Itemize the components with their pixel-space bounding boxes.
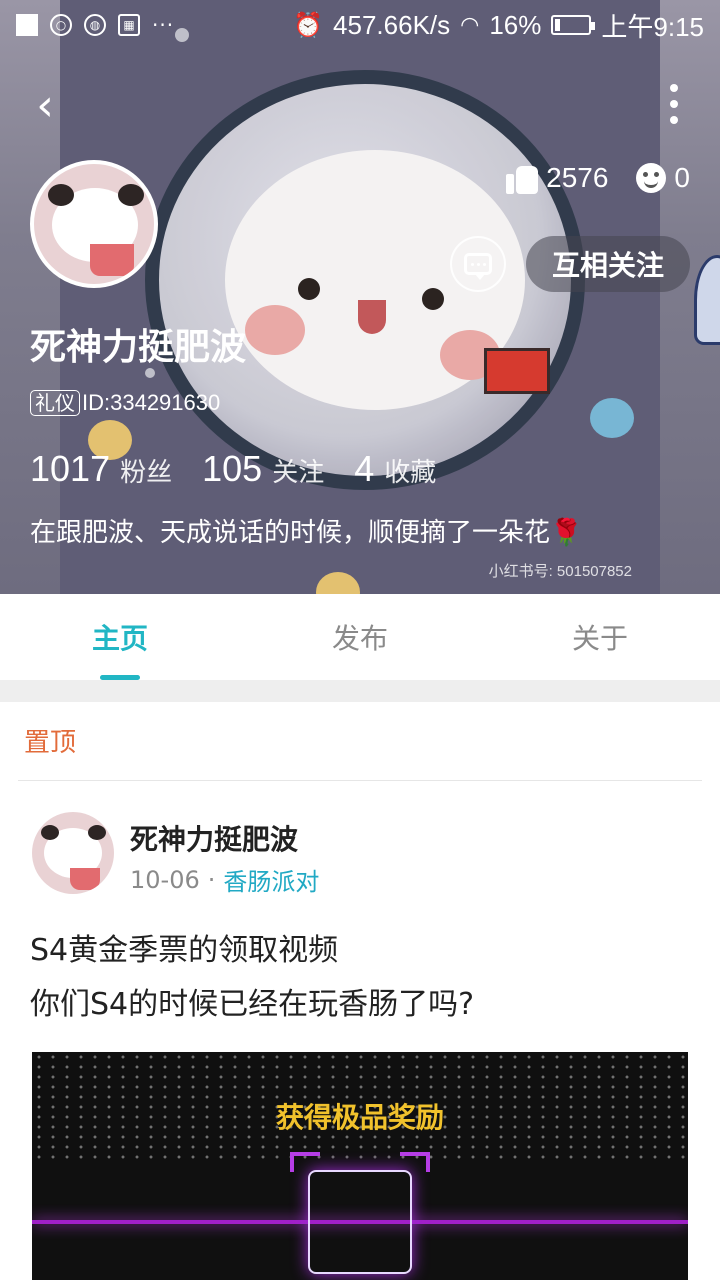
fans-count[interactable]: 1017 粉丝 [30,448,172,490]
post-author-name[interactable]: 死神力挺肥波 [130,818,298,858]
profile-id: ID:334291630 [82,390,221,415]
more-options-icon[interactable] [668,84,680,124]
character-mouth [358,300,386,334]
status-bar: ○ ◍ ▦ ··· ⏰ 457.66K/s ◠ 16% 上午9:15 [0,0,720,50]
tab-posts[interactable]: 发布 [240,594,480,680]
decor-flower [590,398,634,438]
message-button[interactable] [450,236,506,292]
wifi-icon: ◠ [460,12,480,37]
mutual-follow-button[interactable]: 互相关注 [526,236,690,292]
thumbnail-title: 获得极品奖励 [275,1101,444,1134]
follow-counts: 1017 粉丝 105 关注 4 收藏 [30,448,436,490]
character-cheek [245,305,305,355]
character-eye [298,278,320,300]
post-body[interactable]: S4黄金季票的领取视频 你们S4的时候已经在玩香肠了吗? [30,924,474,1032]
profile-avatar[interactable] [30,160,158,288]
meta-separator: · [207,865,216,894]
following-number: 105 [202,448,263,489]
fans-number: 1017 [30,448,111,489]
chat-bubble-icon [464,253,492,280]
post-line: S4黄金季票的领取视频 [30,933,339,968]
favorites-number: 4 [354,448,375,489]
reactions-stat: 0 [636,162,690,194]
favorites-count[interactable]: 4 收藏 [354,448,436,490]
profile-tag: 礼仪 [30,390,80,416]
following-label: 关注 [272,458,325,488]
decor-flower [316,572,360,594]
profile-nickname: 死神力挺肥波 [30,327,247,368]
fans-label: 粉丝 [120,458,173,488]
profile-id-row: 礼仪 ID:334291630 [30,390,220,416]
smile-icon [636,163,667,193]
reactions-count: 0 [674,162,690,193]
divider [18,780,702,781]
neon-bracket [400,1152,430,1172]
post-meta: 10-06 · 香肠派对 [130,862,319,897]
favorites-label: 收藏 [384,458,437,488]
battery-percent: 16% [489,9,542,40]
character-eye [422,288,444,310]
square-icon [16,14,38,36]
tab-home[interactable]: 主页 [0,594,240,680]
alarm-icon: ⏰ [293,11,324,39]
post-date: 10-06 [130,865,200,894]
profile-header-banner: 小红书号: 501507852 [0,0,720,594]
flag-graphic [484,348,550,394]
xiaohongshu-watermark: 小红书号: 501507852 [488,563,632,580]
more-dots-icon: ··· [152,13,175,37]
likes-stat: 2576 [506,162,608,194]
post-author-avatar[interactable] [32,812,114,894]
network-speed: 457.66K/s [333,9,451,40]
profile-tabs: 主页 发布 关于 [0,594,720,680]
following-count[interactable]: 105 关注 [202,448,324,490]
search-icon: ○ [50,14,72,36]
rocket-graphic [694,255,720,345]
calendar-icon: ▦ [118,14,140,36]
globe-icon: ◍ [84,14,106,36]
thumbs-up-icon [506,162,539,194]
tab-about[interactable]: 关于 [480,594,720,680]
profile-bio: 在跟肥波、天成说话的时候，顺便摘了一朵花🌹 [30,518,583,548]
likes-count: 2576 [546,162,609,193]
battery-icon [551,15,596,35]
post-topic-link[interactable]: 香肠派对 [223,862,319,897]
neon-bracket [290,1152,320,1172]
post-video-thumbnail[interactable]: 获得极品奖励 [32,1052,688,1280]
clock: 上午9:15 [601,11,704,42]
section-divider [0,680,720,702]
post-line: 你们S4的时候已经在玩香肠了吗? [30,987,475,1022]
reward-frame [308,1170,412,1274]
back-arrow-icon[interactable]: ‹ [22,80,68,131]
pinned-label: 置顶 [24,728,77,758]
profile-stats: 2576 0 [506,162,690,194]
